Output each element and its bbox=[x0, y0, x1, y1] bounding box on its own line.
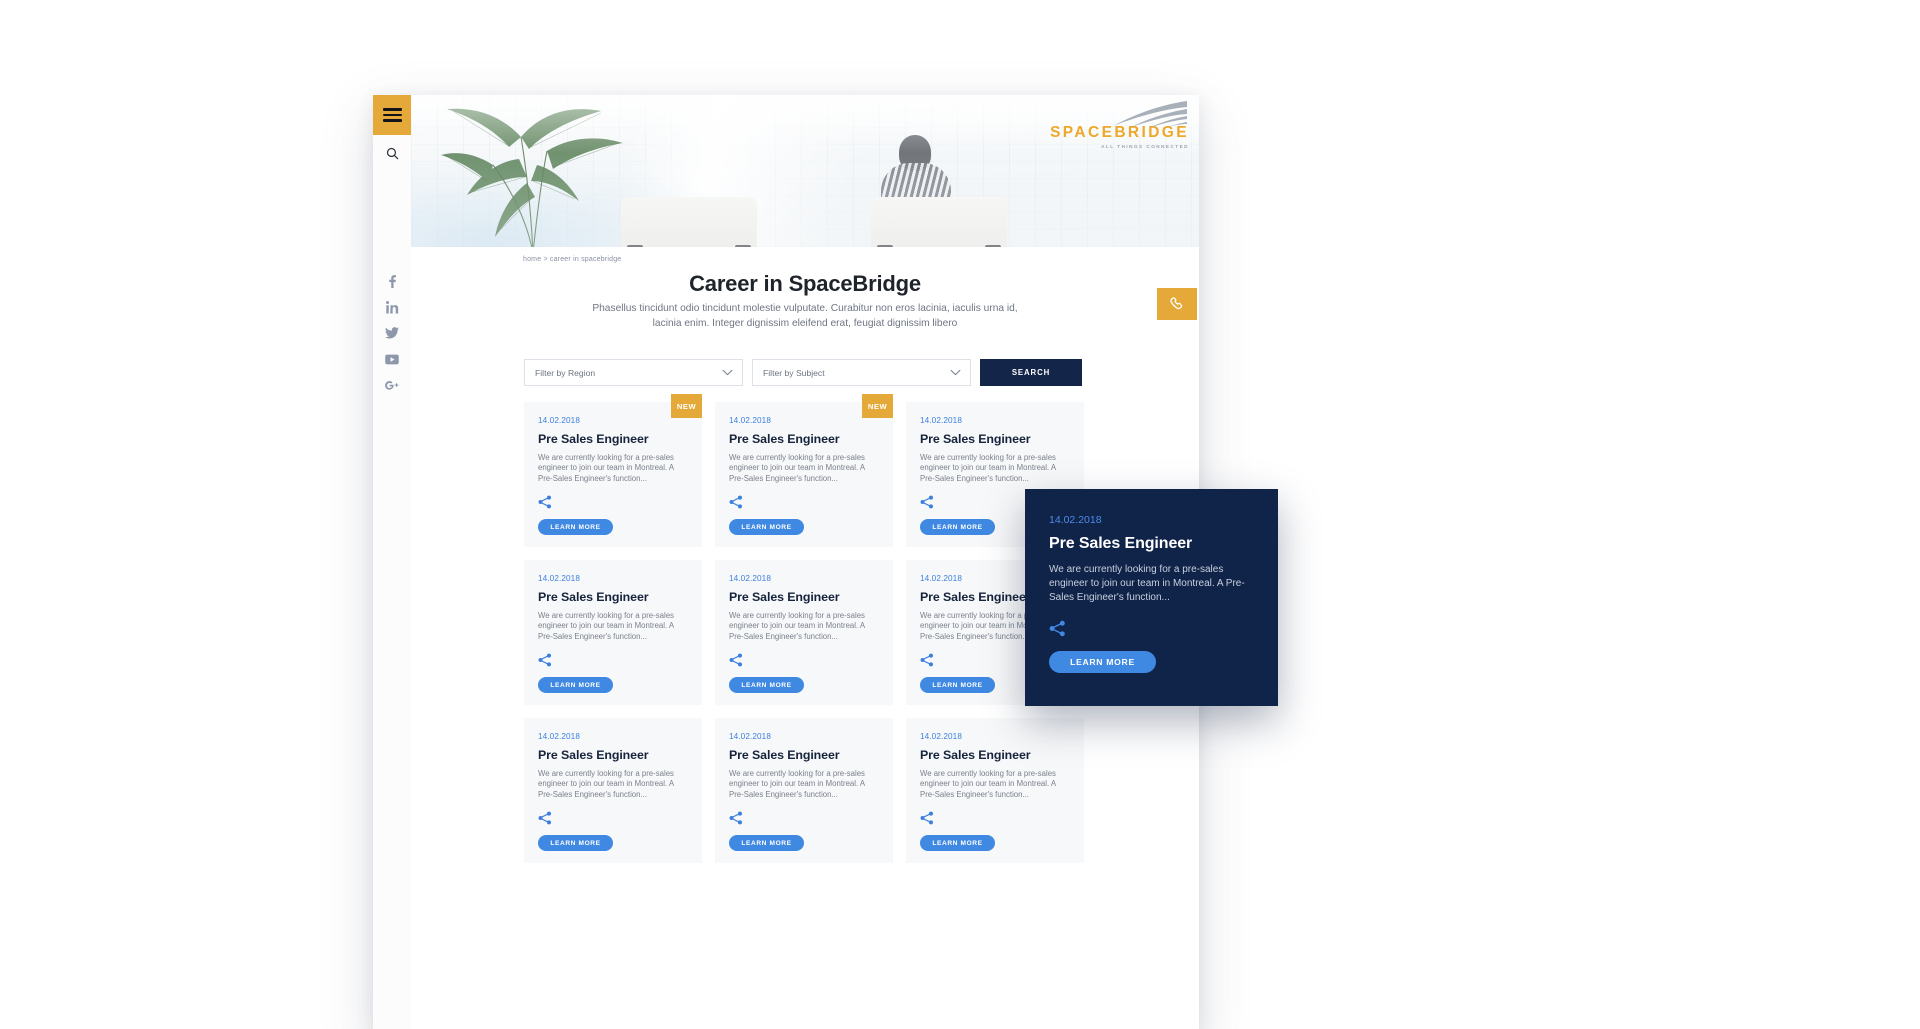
share-icon[interactable] bbox=[1049, 620, 1066, 637]
hamburger-bar bbox=[382, 113, 402, 117]
job-card-hover-state[interactable]: 14.02.2018 Pre Sales Engineer We are cur… bbox=[1025, 489, 1278, 706]
learn-more-button[interactable]: LEARN MORE bbox=[920, 835, 995, 852]
job-description: We are currently looking for a pre-sales… bbox=[538, 453, 674, 483]
job-date: 14.02.2018 bbox=[538, 732, 580, 741]
job-title: Pre Sales Engineer bbox=[729, 590, 840, 604]
share-icon[interactable] bbox=[538, 811, 552, 825]
share-icon[interactable] bbox=[729, 495, 743, 509]
share-icon[interactable] bbox=[920, 811, 934, 825]
filter-region-label: Filter by Region bbox=[535, 367, 596, 378]
job-title: Pre Sales Engineer bbox=[1049, 535, 1193, 552]
chevron-down-icon bbox=[950, 368, 961, 378]
learn-more-button[interactable]: LEARN MORE bbox=[729, 519, 804, 536]
youtube-icon[interactable] bbox=[382, 351, 402, 367]
job-card[interactable]: 14.02.2018 Pre Sales Engineer We are curre… bbox=[524, 560, 702, 705]
hamburger-bar bbox=[382, 108, 402, 111]
learn-more-button[interactable]: LEARN MORE bbox=[729, 835, 804, 852]
brand-logo[interactable]: SPACEBRIDGE ALL THINGS CONNECTED bbox=[1050, 101, 1189, 149]
learn-more-button[interactable]: LEARN MORE bbox=[538, 519, 613, 536]
facebook-icon[interactable] bbox=[382, 273, 402, 289]
page-title: Career in SpaceBridge bbox=[689, 271, 921, 296]
share-icon[interactable] bbox=[538, 495, 552, 509]
chevron-down-icon bbox=[722, 368, 733, 378]
learn-more-button[interactable]: LEARN MORE bbox=[920, 519, 995, 536]
job-date: 14.02.2018 bbox=[538, 574, 580, 583]
job-title: Pre Sales Engineer bbox=[538, 432, 649, 446]
job-card[interactable]: NEW 14.02.2018 Pre Sales Engineer We are cu… bbox=[715, 394, 893, 547]
learn-more-button[interactable]: LEARN MORE bbox=[538, 677, 613, 694]
job-card[interactable]: 14.02.2018 Pre Sales Engineer We are curre… bbox=[715, 718, 893, 863]
job-title: Pre Sales Engineer bbox=[920, 748, 1031, 762]
job-card[interactable]: 14.02.2018 Pre Sales Engineer We are curre… bbox=[906, 718, 1084, 863]
search-button[interactable]: SEARCH bbox=[980, 359, 1082, 386]
job-description: We are currently looking for a pre-sales… bbox=[729, 611, 865, 641]
swoosh-icon bbox=[1113, 101, 1187, 128]
googleplus-icon[interactable] bbox=[382, 377, 402, 393]
job-description: We are currently looking for a pre-sales… bbox=[538, 769, 674, 799]
job-description: We are currently looking for a pre-sales… bbox=[920, 769, 1056, 799]
search-icon[interactable] bbox=[373, 137, 411, 169]
filter-by-subject-select[interactable]: Filter by Subject bbox=[752, 359, 971, 386]
job-card[interactable]: 14.02.2018 Pre Sales Engineer We are curre… bbox=[524, 718, 702, 863]
job-title: Pre Sales Engineer bbox=[920, 432, 1031, 446]
filter-bar: Filter by Region Filter by Subject SEARC… bbox=[524, 359, 1084, 386]
job-date: 14.02.2018 bbox=[729, 416, 771, 425]
share-icon[interactable] bbox=[538, 653, 552, 667]
job-title: Pre Sales Engineer bbox=[729, 748, 840, 762]
screenshot-viewport: SPACEBRIDGE ALL THINGS CONNECTED home > … bbox=[0, 0, 1920, 1029]
job-title: Pre Sales Engineer bbox=[538, 748, 649, 762]
twitter-icon[interactable] bbox=[382, 325, 402, 341]
job-title: Pre Sales Engineer bbox=[729, 432, 840, 446]
left-sidebar-rail bbox=[373, 95, 411, 1029]
page-subtitle: Phasellus tincidunt odio tincidunt moles… bbox=[592, 303, 1018, 329]
office-chair bbox=[621, 197, 757, 247]
social-links bbox=[373, 273, 411, 393]
learn-more-button[interactable]: LEARN MORE bbox=[1049, 651, 1156, 673]
job-description: We are currently looking for a pre-sales… bbox=[538, 611, 674, 641]
learn-more-button[interactable]: LEARN MORE bbox=[538, 835, 613, 852]
hamburger-menu-icon[interactable] bbox=[373, 95, 411, 135]
job-title: Pre Sales Engineer bbox=[538, 590, 649, 604]
job-date: 14.02.2018 bbox=[729, 732, 771, 741]
phone-contact-button[interactable] bbox=[1157, 288, 1197, 320]
linkedin-icon[interactable] bbox=[382, 299, 402, 315]
job-card[interactable]: 14.02.2018 Pre Sales Engineer We are curre… bbox=[715, 560, 893, 705]
new-badge: NEW bbox=[862, 394, 893, 418]
job-card[interactable]: NEW 14.02.2018 Pre Sales Engineer We are cu… bbox=[524, 394, 702, 547]
job-date: 14.02.2018 bbox=[729, 574, 771, 583]
brand-tagline: ALL THINGS CONNECTED bbox=[1101, 143, 1189, 149]
job-listing-grid: NEW 14.02.2018 Pre Sales Engineer We are cu… bbox=[524, 394, 1084, 863]
filter-subject-label: Filter by Subject bbox=[763, 367, 825, 378]
learn-more-button[interactable]: LEARN MORE bbox=[729, 677, 804, 694]
share-icon[interactable] bbox=[920, 495, 934, 509]
hero-banner: SPACEBRIDGE ALL THINGS CONNECTED bbox=[411, 95, 1199, 247]
share-icon[interactable] bbox=[729, 811, 743, 825]
share-icon[interactable] bbox=[729, 653, 743, 667]
job-date: 14.02.2018 bbox=[920, 732, 962, 741]
job-description: We are currently looking for a pre-sales… bbox=[920, 453, 1056, 483]
filter-by-region-select[interactable]: Filter by Region bbox=[524, 359, 743, 386]
share-icon[interactable] bbox=[920, 653, 934, 667]
hero-photo bbox=[411, 95, 1199, 247]
learn-more-button[interactable]: LEARN MORE bbox=[920, 677, 995, 694]
job-description: We are currently looking for a pre-sales… bbox=[729, 769, 865, 799]
job-description: We are currently looking for a pre-sales… bbox=[1049, 564, 1245, 603]
office-chair bbox=[871, 197, 1007, 247]
job-date: 14.02.2018 bbox=[538, 416, 580, 425]
breadcrumb[interactable]: home > career in spacebridge bbox=[523, 256, 621, 263]
job-date: 14.02.2018 bbox=[920, 416, 962, 425]
new-badge: NEW bbox=[671, 394, 702, 418]
hamburger-bar bbox=[382, 119, 402, 122]
job-date: 14.02.2018 bbox=[1049, 514, 1102, 526]
job-description: We are currently looking for a pre-sales… bbox=[729, 453, 865, 483]
